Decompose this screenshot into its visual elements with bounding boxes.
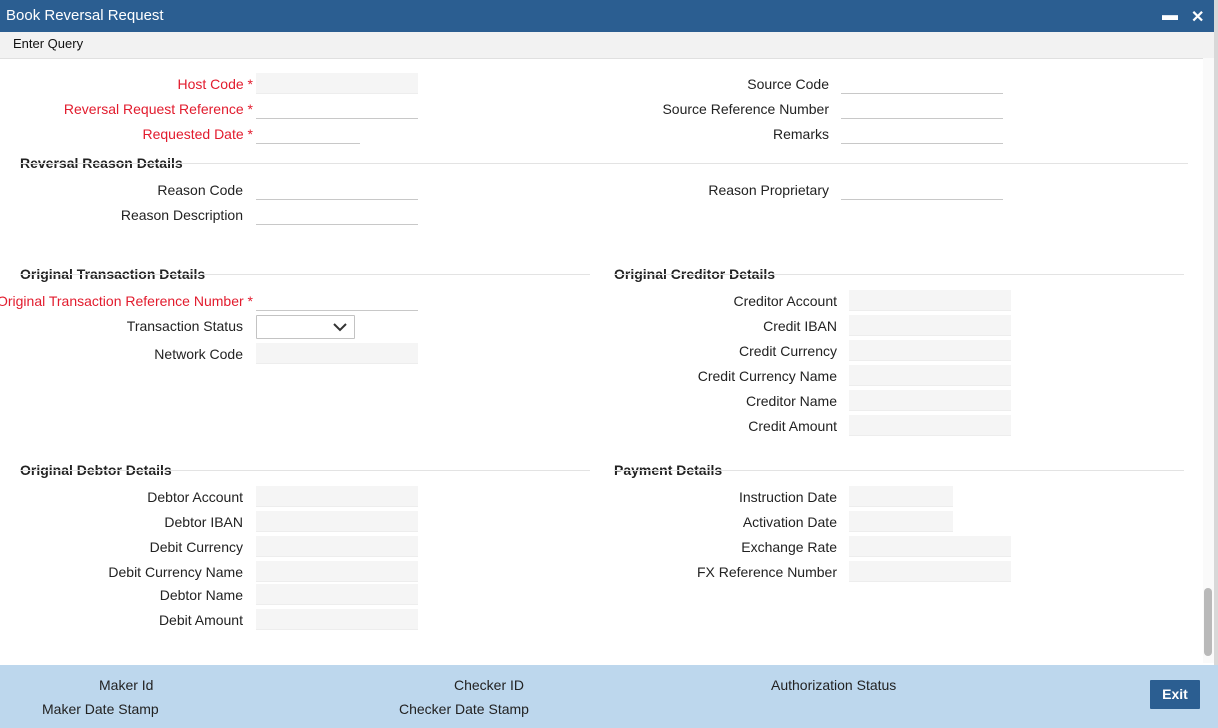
reason-proprietary-label: Reason Proprietary [708, 182, 829, 198]
reversal-request-reference-label: Reversal Request Reference * [63, 101, 253, 117]
credit-currency-label: Credit Currency [738, 343, 837, 359]
scrollbar-thumb[interactable] [1204, 588, 1212, 656]
creditor-account-label: Creditor Account [733, 293, 838, 309]
transaction-status-select[interactable] [256, 315, 355, 339]
creditor-name-field[interactable] [849, 390, 1011, 411]
audit-footer [0, 665, 1218, 728]
source-reference-number-label: Source Reference Number [662, 101, 829, 117]
debit-currency-name-field[interactable] [256, 561, 418, 582]
credit-iban-field[interactable] [849, 315, 1011, 336]
reason-description-field[interactable] [256, 204, 418, 225]
debit-currency-label: Debit Currency [149, 539, 243, 555]
debtor-name-label: Debtor Name [159, 587, 243, 603]
remarks-field[interactable] [841, 123, 1003, 144]
window-title: Book Reversal Request [6, 7, 164, 24]
original-transaction-reference-label: Original Transaction Reference Number * [0, 293, 253, 309]
chevron-down-icon [333, 323, 347, 332]
debit-currency-name-label: Debit Currency Name [108, 564, 243, 580]
reason-proprietary-field[interactable] [841, 179, 1003, 200]
close-icon[interactable]: ✕ [1191, 7, 1204, 27]
checker-id-label: Checker ID [454, 677, 525, 693]
activation-date-label: Activation Date [742, 514, 837, 530]
host-code-label: Host Code * [177, 76, 254, 92]
debtor-account-label: Debtor Account [147, 489, 243, 505]
exchange-rate-label: Exchange Rate [741, 539, 837, 555]
requested-date-label: Requested Date * [142, 126, 253, 142]
network-code-label: Network Code [154, 346, 243, 362]
credit-currency-field[interactable] [849, 340, 1011, 361]
menu-bar: Enter Query [0, 32, 1218, 59]
transaction-status-label: Transaction Status [126, 318, 243, 334]
window-edge [1214, 0, 1218, 728]
enter-query-menu[interactable]: Enter Query [13, 36, 83, 51]
debit-amount-label: Debit Amount [158, 612, 243, 628]
authorization-status-label: Authorization Status [771, 677, 897, 693]
minimize-icon[interactable]: ▬ [1162, 7, 1178, 25]
original-transaction-reference-field[interactable] [256, 290, 418, 311]
window-titlebar: Book Reversal Request ▬ ✕ [0, 0, 1218, 32]
debtor-iban-field[interactable] [256, 511, 418, 532]
exit-button[interactable]: Exit [1150, 680, 1200, 709]
original-transaction-divider [20, 274, 590, 275]
fx-reference-number-label: FX Reference Number [696, 564, 837, 580]
credit-currency-name-field[interactable] [849, 365, 1011, 386]
reversal-reason-divider [20, 163, 1188, 164]
network-code-field[interactable] [256, 343, 418, 364]
credit-amount-field[interactable] [849, 415, 1011, 436]
source-reference-number-field[interactable] [841, 98, 1003, 119]
reason-code-field[interactable] [256, 179, 418, 200]
payment-details-divider [614, 470, 1184, 471]
original-creditor-divider [614, 274, 1184, 275]
activation-date-field[interactable] [849, 511, 953, 532]
debit-currency-field[interactable] [256, 536, 418, 557]
creditor-name-label: Creditor Name [745, 393, 837, 409]
exchange-rate-field[interactable] [849, 536, 1011, 557]
original-debtor-divider [20, 470, 590, 471]
reason-description-label: Reason Description [120, 207, 243, 223]
maker-date-stamp-label: Maker Date Stamp [42, 701, 159, 717]
debit-amount-field[interactable] [256, 609, 418, 630]
instruction-date-label: Instruction Date [738, 489, 837, 505]
maker-id-label: Maker Id [99, 677, 154, 693]
requested-date-field[interactable] [256, 123, 360, 144]
debtor-account-field[interactable] [256, 486, 418, 507]
credit-iban-label: Credit IBAN [763, 318, 837, 334]
fx-reference-number-field[interactable] [849, 561, 1011, 582]
source-code-field[interactable] [841, 73, 1003, 94]
source-code-label: Source Code [747, 76, 829, 92]
remarks-label: Remarks [772, 126, 829, 142]
instruction-date-field[interactable] [849, 486, 953, 507]
credit-currency-name-label: Credit Currency Name [697, 368, 837, 384]
checker-date-stamp-label: Checker Date Stamp [399, 701, 529, 717]
host-code-field[interactable] [256, 73, 418, 94]
reason-code-label: Reason Code [157, 182, 243, 198]
debtor-name-field[interactable] [256, 584, 418, 605]
reversal-request-reference-field[interactable] [256, 98, 418, 119]
credit-amount-label: Credit Amount [748, 418, 837, 434]
creditor-account-field[interactable] [849, 290, 1011, 311]
debtor-iban-label: Debtor IBAN [164, 514, 243, 530]
